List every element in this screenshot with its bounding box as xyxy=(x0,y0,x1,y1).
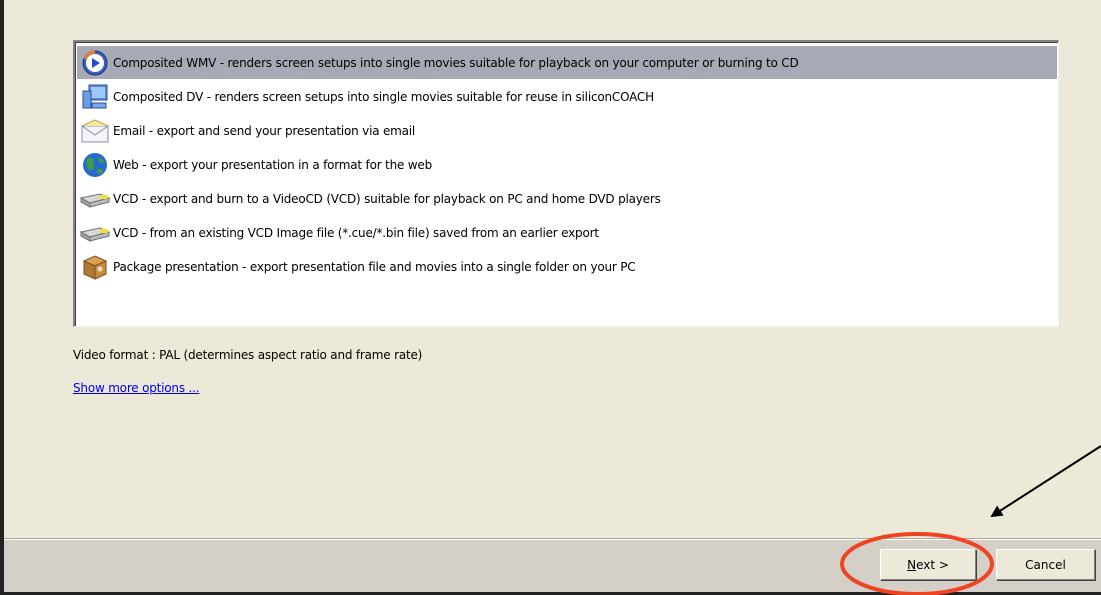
option-label: Composited DV - renders screen setups in… xyxy=(113,89,654,104)
next-button-label: Next > xyxy=(907,557,949,572)
option-label: VCD - from an existing VCD Image file (*… xyxy=(113,225,599,240)
option-composited-wmv[interactable]: Composited WMV - renders screen setups i… xyxy=(77,46,1057,79)
option-label: VCD - export and burn to a VideoCD (VCD)… xyxy=(113,191,661,206)
option-web[interactable]: Web - export your presentation in a form… xyxy=(77,148,1057,181)
cd-drive-icon xyxy=(77,218,113,248)
export-dialog: Composited WMV - renders screen setups i… xyxy=(4,0,1101,538)
package-icon xyxy=(77,252,113,282)
show-more-options-link[interactable]: Show more options ... xyxy=(73,381,200,395)
option-package[interactable]: Package presentation - export presentati… xyxy=(77,250,1057,283)
option-vcd-image[interactable]: VCD - from an existing VCD Image file (*… xyxy=(77,216,1057,249)
cd-drive-icon xyxy=(77,184,113,214)
next-button[interactable]: Next > xyxy=(880,549,976,580)
option-label: Email - export and send your presentatio… xyxy=(113,123,416,138)
option-label: Package presentation - export presentati… xyxy=(113,259,636,274)
video-format-label: Video format : PAL (determines aspect ra… xyxy=(73,348,423,362)
option-vcd-burn[interactable]: VCD - export and burn to a VideoCD (VCD)… xyxy=(77,182,1057,215)
globe-icon xyxy=(77,150,113,180)
computer-icon xyxy=(77,82,113,112)
envelope-icon xyxy=(77,116,113,146)
export-options-list[interactable]: Composited WMV - renders screen setups i… xyxy=(73,40,1059,327)
option-label: Composited WMV - renders screen setups i… xyxy=(113,55,799,70)
option-email[interactable]: Email - export and send your presentatio… xyxy=(77,114,1057,147)
option-label: Web - export your presentation in a form… xyxy=(113,157,432,172)
media-player-icon xyxy=(77,48,113,78)
option-composited-dv[interactable]: Composited DV - renders screen setups in… xyxy=(77,80,1057,113)
cancel-button[interactable]: Cancel xyxy=(996,549,1095,580)
cancel-button-label: Cancel xyxy=(1025,557,1066,572)
